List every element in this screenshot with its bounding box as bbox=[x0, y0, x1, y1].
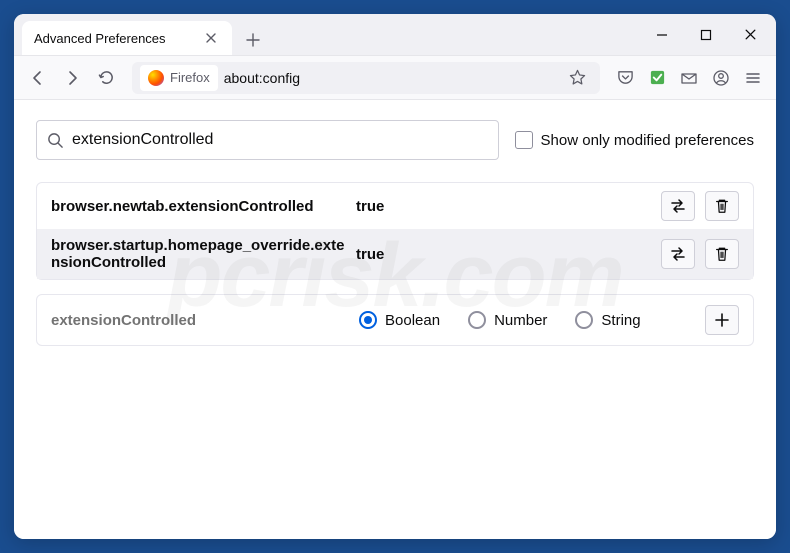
firefox-logo-icon bbox=[148, 70, 164, 86]
minimize-button[interactable] bbox=[640, 14, 684, 56]
search-input[interactable] bbox=[72, 131, 488, 149]
toggle-button[interactable] bbox=[661, 239, 695, 269]
search-row: Show only modified preferences bbox=[36, 120, 754, 160]
radio-string[interactable]: String bbox=[575, 311, 640, 329]
tab-close-button[interactable] bbox=[202, 29, 220, 47]
toggle-button[interactable] bbox=[661, 191, 695, 221]
identity-box[interactable]: Firefox bbox=[140, 65, 218, 91]
tabstrip: Advanced Preferences bbox=[14, 14, 640, 55]
radio-label: Boolean bbox=[385, 312, 440, 329]
mail-icon[interactable] bbox=[674, 63, 704, 93]
delete-button[interactable] bbox=[705, 191, 739, 221]
checkbox-icon bbox=[515, 131, 533, 149]
new-tab-button[interactable] bbox=[238, 25, 268, 55]
search-icon bbox=[47, 132, 64, 149]
identity-label: Firefox bbox=[170, 70, 210, 85]
app-menu-button[interactable] bbox=[738, 63, 768, 93]
maximize-button[interactable] bbox=[684, 14, 728, 56]
account-icon[interactable] bbox=[706, 63, 736, 93]
delete-button[interactable] bbox=[705, 239, 739, 269]
pref-name: browser.startup.homepage_override.extens… bbox=[51, 237, 346, 271]
radio-icon bbox=[359, 311, 377, 329]
url-text: about:config bbox=[224, 70, 556, 86]
pref-name: browser.newtab.extensionControlled bbox=[51, 198, 346, 215]
radio-label: Number bbox=[494, 312, 547, 329]
bookmark-star-icon[interactable] bbox=[562, 63, 592, 93]
reload-button[interactable] bbox=[90, 62, 122, 94]
pref-value: true bbox=[356, 198, 651, 215]
prefs-table: browser.newtab.extensionControlled true … bbox=[36, 182, 754, 280]
browser-window: Advanced Preferences bbox=[14, 14, 776, 539]
window-controls bbox=[640, 14, 776, 56]
extension-icon[interactable] bbox=[642, 63, 672, 93]
radio-icon bbox=[468, 311, 486, 329]
pref-row[interactable]: browser.startup.homepage_override.extens… bbox=[37, 229, 753, 279]
add-pref-row: extensionControlled Boolean Number Strin… bbox=[36, 294, 754, 346]
pref-value: true bbox=[356, 246, 651, 263]
url-bar[interactable]: Firefox about:config bbox=[132, 62, 600, 94]
about-config-content: Show only modified preferences browser.n… bbox=[14, 100, 776, 539]
pocket-icon[interactable] bbox=[610, 63, 640, 93]
pref-row[interactable]: browser.newtab.extensionControlled true bbox=[37, 183, 753, 229]
radio-label: String bbox=[601, 312, 640, 329]
close-window-button[interactable] bbox=[728, 14, 772, 56]
tab-title: Advanced Preferences bbox=[34, 31, 202, 46]
type-radio-group: Boolean Number String bbox=[311, 311, 695, 329]
new-pref-name: extensionControlled bbox=[51, 312, 301, 329]
radio-number[interactable]: Number bbox=[468, 311, 547, 329]
navigation-toolbar: Firefox about:config bbox=[14, 56, 776, 100]
titlebar: Advanced Preferences bbox=[14, 14, 776, 56]
radio-icon bbox=[575, 311, 593, 329]
forward-button[interactable] bbox=[56, 62, 88, 94]
add-button[interactable] bbox=[705, 305, 739, 335]
checkbox-label: Show only modified preferences bbox=[541, 132, 754, 149]
search-box[interactable] bbox=[36, 120, 499, 160]
show-modified-checkbox[interactable]: Show only modified preferences bbox=[515, 131, 754, 149]
tab-active[interactable]: Advanced Preferences bbox=[22, 21, 232, 55]
back-button[interactable] bbox=[22, 62, 54, 94]
radio-boolean[interactable]: Boolean bbox=[359, 311, 440, 329]
